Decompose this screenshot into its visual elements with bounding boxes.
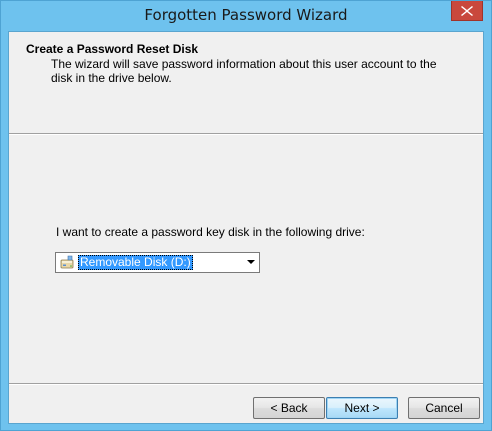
page-title: Create a Password Reset Disk [26,42,199,56]
cancel-button[interactable]: Cancel [408,397,480,419]
drive-selected-value: Removable Disk (D:) [78,255,193,270]
close-button[interactable] [451,1,483,21]
drive-prompt-label: I want to create a password key disk in … [56,225,365,239]
title-bar[interactable]: Forgotten Password Wizard [1,1,491,31]
header-divider [9,133,483,135]
wizard-header: Create a Password Reset Disk The wizard … [9,32,483,132]
page-description: The wizard will save password informatio… [51,57,437,85]
next-button[interactable]: Next > [326,397,398,419]
chevron-down-icon[interactable] [247,260,255,264]
window-title: Forgotten Password Wizard [144,6,348,24]
back-button[interactable]: < Back [253,397,325,419]
removable-disk-icon [60,255,74,269]
wizard-content: Create a Password Reset Disk The wizard … [8,31,484,424]
footer-divider [9,383,483,385]
wizard-window: Forgotten Password Wizard Create a Passw… [0,0,492,431]
drive-dropdown[interactable]: Removable Disk (D:) [55,252,260,273]
close-icon [461,5,473,16]
